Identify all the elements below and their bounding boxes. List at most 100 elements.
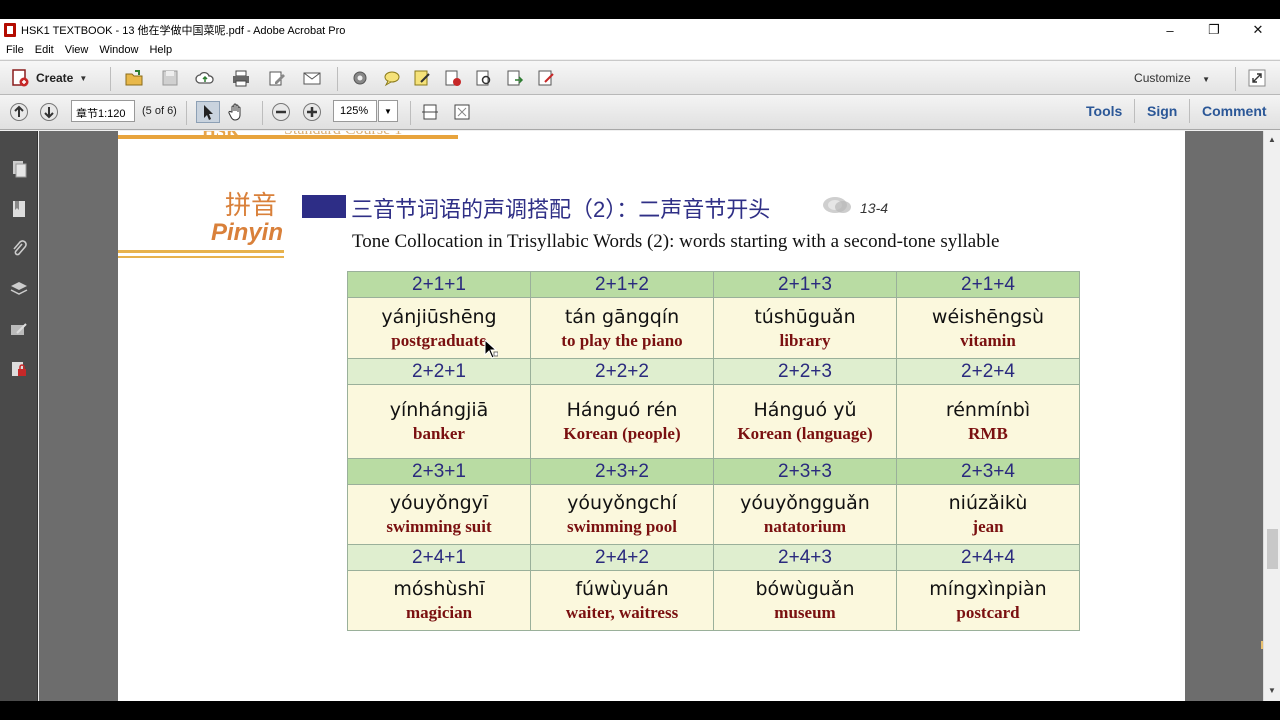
- page-thumbnails-icon[interactable]: [9, 159, 29, 179]
- save-button[interactable]: [160, 67, 180, 89]
- toolbar-divider: [1189, 99, 1190, 123]
- document-viewer[interactable]: HSK Standard Course 1 拼音 Pinyin 三音节词语的声调…: [39, 131, 1263, 701]
- tab-comment[interactable]: Comment: [1202, 103, 1267, 119]
- word-cell: túshūguǎn library: [713, 297, 897, 359]
- menu-edit[interactable]: Edit: [35, 44, 54, 56]
- title-bar: HSK1 TEXTBOOK - 13 他在学做中国菜呢.pdf - Adobe …: [0, 19, 1280, 41]
- tone-pattern: 2+2+4: [896, 358, 1080, 385]
- chevron-down-icon: ▼: [1202, 75, 1210, 84]
- expand-button[interactable]: [1247, 67, 1267, 89]
- chevron-down-icon: ▼: [79, 73, 88, 83]
- previous-page-button[interactable]: [9, 101, 29, 123]
- tone-pattern: 2+2+2: [530, 358, 714, 385]
- word-cell: bówùguǎn museum: [713, 570, 897, 631]
- scrollbar-thumb[interactable]: [1267, 529, 1278, 569]
- open-button[interactable]: [124, 67, 144, 89]
- print-button[interactable]: [231, 67, 251, 89]
- page-header: HSK Standard Course 1: [118, 131, 458, 141]
- english-text: jean: [972, 517, 1004, 536]
- cloud-upload-icon: [195, 71, 214, 84]
- tab-sign[interactable]: Sign: [1147, 103, 1177, 119]
- pinyin-text: Hánguó rén: [566, 399, 678, 421]
- protect-button[interactable]: [474, 67, 494, 89]
- zoom-in-button[interactable]: [302, 101, 322, 123]
- scroll-down-icon[interactable]: ▼: [1268, 686, 1276, 695]
- select-tool-button[interactable]: [196, 101, 220, 123]
- audio-track-number: 13-4: [860, 200, 889, 216]
- close-button[interactable]: ✕: [1236, 19, 1280, 41]
- edit-button[interactable]: [267, 67, 287, 89]
- comment-button[interactable]: [382, 67, 402, 89]
- english-text: swimming pool: [566, 517, 678, 536]
- settings-button[interactable]: [350, 67, 370, 89]
- tone-pattern: 2+4+2: [530, 544, 714, 571]
- tone-pattern: 2+4+3: [713, 544, 897, 571]
- word-cell: tán gāngqín to play the piano: [530, 297, 714, 359]
- page-count: (5 of 6): [142, 105, 177, 117]
- word-cell: Hánguó rén Korean (people): [530, 384, 714, 459]
- menu-help[interactable]: Help: [149, 44, 172, 56]
- expand-arrows-icon: [1248, 69, 1266, 87]
- sign-button[interactable]: [412, 67, 432, 89]
- pinyin-text: bówùguǎn: [755, 578, 855, 600]
- customize-menu[interactable]: Customize ▼: [1134, 71, 1210, 85]
- plus-circle-icon: [303, 103, 321, 121]
- arrow-down-icon: [40, 103, 58, 121]
- table-row: yánjiūshēng postgraduate tán gāngqín to pl…: [347, 297, 1080, 359]
- vertical-scrollbar[interactable]: ▲ ▼: [1263, 131, 1280, 701]
- toolbar-divider: [1134, 99, 1135, 123]
- english-text: RMB: [968, 424, 1008, 443]
- menu-file[interactable]: File: [6, 44, 24, 56]
- fit-page-icon: [454, 104, 470, 120]
- table-header-row: 2+3+1 2+3+2 2+3+3 2+3+4: [347, 458, 1080, 485]
- audio-cd-icon[interactable]: [821, 195, 853, 215]
- speech-bubble-icon: [384, 71, 400, 87]
- pinyin-text: Hánguó yǔ: [753, 399, 857, 421]
- pinyin-text: yóuyǒngguǎn: [740, 492, 870, 514]
- layers-icon[interactable]: [9, 279, 29, 299]
- tone-pattern: 2+4+1: [347, 544, 531, 571]
- create-pdf-icon: [12, 69, 29, 87]
- page-subtitle: Tone Collocation in Trisyllabic Words (2…: [352, 231, 1000, 252]
- printer-icon: [233, 70, 249, 87]
- zoom-dropdown-button[interactable]: ▼: [378, 100, 398, 122]
- toolbar-divider: [1235, 67, 1236, 91]
- toolbar-divider: [410, 101, 411, 125]
- hand-tool-button[interactable]: [226, 101, 246, 123]
- security-lock-icon[interactable]: [9, 359, 29, 379]
- word-cell: yóuyǒngyī swimming suit: [347, 484, 531, 545]
- restore-button[interactable]: ❐: [1192, 19, 1236, 41]
- full-screen-button[interactable]: [452, 101, 472, 123]
- mouse-cursor-icon: [484, 339, 498, 359]
- create-button[interactable]: Create ▼: [10, 67, 87, 89]
- english-text: postcard: [956, 603, 1020, 622]
- pinyin-text: yóuyǒngchí: [567, 492, 677, 514]
- zoom-out-button[interactable]: [271, 101, 291, 123]
- toolbar-divider: [262, 101, 263, 125]
- menu-window[interactable]: Window: [99, 44, 138, 56]
- scroll-up-icon[interactable]: ▲: [1268, 135, 1276, 144]
- tone-pattern: 2+1+2: [530, 271, 714, 298]
- word-cell: rénmínbì RMB: [896, 384, 1080, 459]
- redact-button[interactable]: [443, 67, 463, 89]
- tone-pattern: 2+3+4: [896, 458, 1080, 485]
- form-button[interactable]: [536, 67, 556, 89]
- export-button[interactable]: [505, 67, 525, 89]
- word-cell: Hánguó yǔ Korean (language): [713, 384, 897, 459]
- next-page-button[interactable]: [39, 101, 59, 123]
- minimize-button[interactable]: –: [1148, 19, 1192, 41]
- email-button[interactable]: [302, 67, 322, 89]
- cloud-upload-button[interactable]: [195, 67, 215, 89]
- page-number-input[interactable]: 章节1:120: [71, 100, 135, 122]
- bookmarks-icon[interactable]: [9, 199, 29, 219]
- tab-tools[interactable]: Tools: [1086, 103, 1122, 119]
- fit-page-button[interactable]: [420, 101, 440, 123]
- signatures-icon[interactable]: [9, 319, 29, 339]
- attachment-paperclip-icon[interactable]: [9, 239, 29, 259]
- english-text: to play the piano: [561, 330, 683, 350]
- form-edit-icon: [538, 70, 554, 86]
- english-text: museum: [774, 603, 836, 622]
- word-cell: yóuyǒngguǎn natatorium: [713, 484, 897, 545]
- zoom-level-input[interactable]: 125%: [333, 100, 377, 122]
- menu-view[interactable]: View: [65, 44, 89, 56]
